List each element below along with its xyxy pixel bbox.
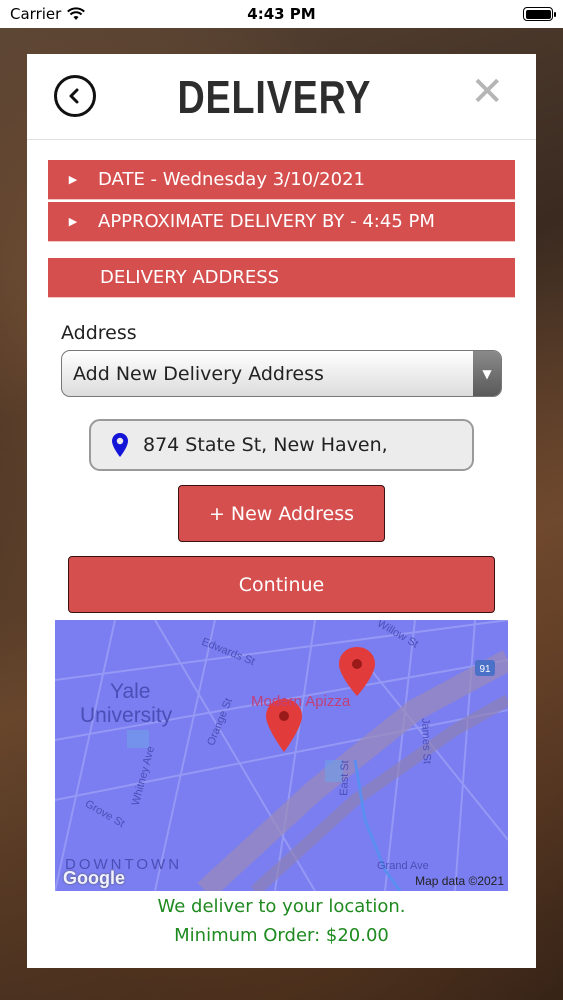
delivery-map[interactable]: 91 Yale University Modern Apizza Edwards… <box>55 620 508 891</box>
approx-delivery-label: APPROXIMATE DELIVERY BY - 4:45 PM <box>98 211 435 232</box>
page-title: DELIVERY <box>177 71 372 123</box>
map-roads: 91 <box>55 620 508 891</box>
date-row[interactable]: ▶ DATE - Wednesday 3/10/2021 <box>48 160 515 200</box>
continue-button[interactable]: Continue <box>68 556 495 613</box>
map-street-label: James St <box>419 717 433 765</box>
address-value: 874 State St, New Haven, <box>143 434 388 456</box>
highway-shield-label: 91 <box>479 664 491 675</box>
date-label: DATE - Wednesday 3/10/2021 <box>98 169 365 190</box>
close-icon[interactable]: ✕ <box>470 72 504 112</box>
map-label-place: Modern Apizza <box>251 693 351 710</box>
section-header-label: DELIVERY ADDRESS <box>100 267 280 288</box>
map-label-university: Yale University <box>80 680 172 728</box>
chevron-down-icon: ▼ <box>473 351 501 396</box>
modal-header: DELIVERY ✕ <box>27 54 536 140</box>
delivery-address-header: DELIVERY ADDRESS <box>48 258 515 298</box>
caret-right-icon: ▶ <box>68 173 78 186</box>
address-label: Address <box>61 322 137 344</box>
map-street-label: East St <box>338 760 352 796</box>
delivery-modal: DELIVERY ✕ ▶ DATE - Wednesday 3/10/2021 … <box>27 54 536 968</box>
carrier-label: Carrier <box>10 5 62 23</box>
status-bar: Carrier 4:43 PM <box>0 0 563 28</box>
map-attribution: Map data ©2021 <box>415 874 504 888</box>
address-select-value: Add New Delivery Address <box>73 362 324 385</box>
new-address-button[interactable]: + New Address <box>178 485 385 542</box>
google-logo: Google <box>63 868 125 888</box>
approx-delivery-row[interactable]: ▶ APPROXIMATE DELIVERY BY - 4:45 PM <box>48 202 515 242</box>
map-pin-icon <box>112 433 128 457</box>
battery-icon <box>523 7 556 21</box>
address-field[interactable]: 874 State St, New Haven, <box>89 419 474 471</box>
map-label-university-line2: University <box>80 704 173 727</box>
caret-right-icon: ▶ <box>68 215 78 228</box>
map-street-label: Grand Ave <box>377 860 429 872</box>
minimum-order-message: Minimum Order: $20.00 <box>174 925 389 946</box>
delivery-status-message: We deliver to your location. <box>157 896 406 917</box>
wifi-icon <box>67 7 86 20</box>
map-label-university-line1: Yale <box>110 680 151 703</box>
address-select[interactable]: Add New Delivery Address ▼ <box>61 350 502 397</box>
